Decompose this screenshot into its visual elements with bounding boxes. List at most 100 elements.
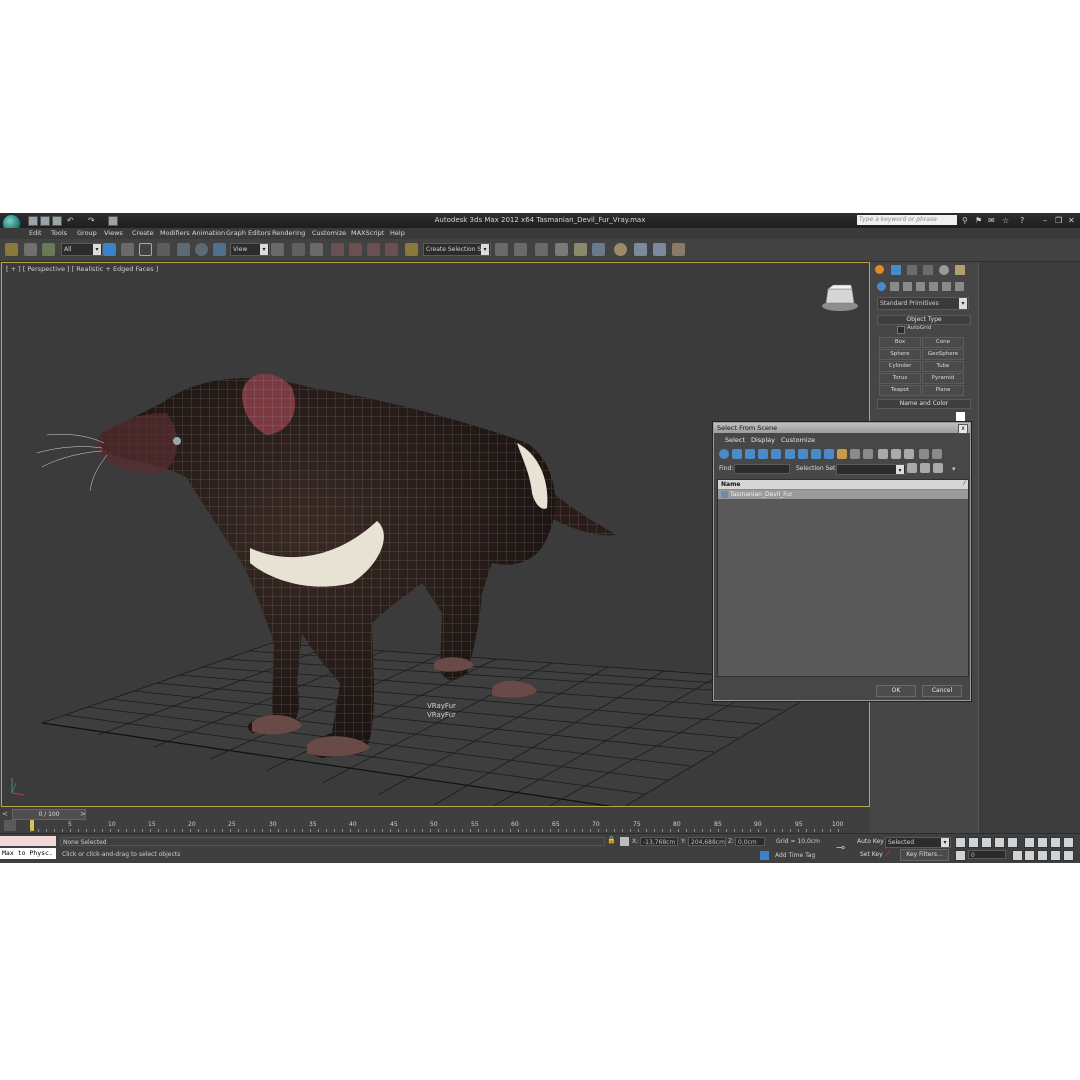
menu-animation[interactable]: Animation bbox=[192, 229, 225, 237]
prev-frame-icon[interactable]: < bbox=[2, 810, 8, 818]
object-type-rollout[interactable]: Object Type bbox=[877, 315, 971, 325]
rendered-frame-window-icon[interactable] bbox=[653, 243, 666, 256]
bind-spacewarp-icon[interactable] bbox=[42, 243, 55, 256]
mini-curve-editor-icon[interactable] bbox=[4, 820, 16, 831]
menu-maxscript[interactable]: MAXScript bbox=[351, 229, 384, 237]
menu-create[interactable]: Create bbox=[132, 229, 154, 237]
rotate-icon[interactable] bbox=[195, 243, 208, 256]
dialog-menu-customize[interactable]: Customize bbox=[781, 436, 815, 444]
display-bones-icon[interactable] bbox=[824, 449, 834, 459]
schematic-view-icon[interactable] bbox=[592, 243, 605, 256]
utilities-tab-icon[interactable] bbox=[955, 265, 965, 275]
pivot-center-icon[interactable] bbox=[271, 243, 284, 256]
x-coord-field[interactable]: -13,768cm bbox=[640, 837, 678, 846]
scale-icon[interactable] bbox=[213, 243, 226, 256]
dialog-menu-select[interactable]: Select bbox=[725, 436, 745, 444]
display-tab-icon[interactable] bbox=[939, 265, 949, 275]
cone-button[interactable]: Cone bbox=[922, 337, 964, 348]
menu-group[interactable]: Group bbox=[77, 229, 97, 237]
primitive-category-dropdown[interactable]: Standard Primitives ▾ bbox=[877, 297, 969, 310]
helpers-icon[interactable] bbox=[929, 282, 938, 291]
link-icon[interactable] bbox=[5, 243, 18, 256]
select-invert-icon[interactable] bbox=[904, 449, 914, 459]
next-frame-icon[interactable]: > bbox=[80, 810, 86, 818]
zoom-extents-icon[interactable] bbox=[1050, 837, 1061, 848]
reference-coordinate-dropdown[interactable]: View ▾ bbox=[230, 243, 270, 256]
modify-tab-icon[interactable] bbox=[891, 265, 901, 275]
display-lights-icon[interactable] bbox=[745, 449, 755, 459]
absolute-mode-icon[interactable] bbox=[620, 837, 629, 846]
layer-manager-icon[interactable] bbox=[535, 243, 548, 256]
name-color-rollout[interactable]: Name and Color bbox=[877, 399, 971, 409]
space-warps-icon[interactable] bbox=[942, 282, 951, 291]
dialog-menu-display[interactable]: Display bbox=[751, 436, 775, 444]
display-cameras-icon[interactable] bbox=[758, 449, 768, 459]
tube-button[interactable]: Tube bbox=[922, 361, 964, 372]
zoom-icon[interactable] bbox=[1024, 837, 1035, 848]
keyboard-shortcut-icon[interactable] bbox=[310, 243, 323, 256]
material-editor-icon[interactable] bbox=[614, 243, 627, 256]
geometry-icon[interactable] bbox=[877, 282, 886, 291]
search-input[interactable]: Type a keyword or phrase bbox=[857, 215, 957, 225]
move-icon[interactable] bbox=[177, 243, 190, 256]
menu-modifiers[interactable]: Modifiers bbox=[160, 229, 190, 237]
sync-selection-icon[interactable] bbox=[919, 449, 929, 459]
box-button[interactable]: Box bbox=[879, 337, 921, 348]
zoom-extents-all-icon[interactable] bbox=[1063, 837, 1074, 848]
filter-icon[interactable] bbox=[932, 449, 942, 459]
list-item[interactable]: Tasmanian_Devil_Fur bbox=[718, 490, 968, 499]
spinner-snap-icon[interactable] bbox=[385, 243, 398, 256]
select-object-icon[interactable] bbox=[103, 243, 116, 256]
set-key-icon[interactable]: ⟋ bbox=[885, 849, 891, 859]
maximize-viewport-icon[interactable] bbox=[1063, 850, 1074, 861]
menu-tools[interactable]: Tools bbox=[51, 229, 67, 237]
current-frame-field[interactable]: 0 bbox=[968, 850, 1006, 859]
create-tab-icon[interactable] bbox=[875, 265, 884, 274]
column-name-header[interactable]: Name bbox=[721, 481, 740, 488]
field-of-view-icon[interactable] bbox=[1024, 850, 1035, 861]
key-icon[interactable]: ⊸ bbox=[836, 841, 845, 854]
pan-view-icon[interactable] bbox=[1037, 850, 1048, 861]
time-slider[interactable]: 0 / 100 bbox=[12, 809, 86, 820]
autogrid-checkbox[interactable] bbox=[897, 326, 905, 334]
display-none-icon[interactable] bbox=[850, 449, 860, 459]
selection-set-dropdown[interactable]: ▾ bbox=[836, 464, 906, 475]
orbit-icon[interactable] bbox=[1050, 850, 1061, 861]
add-time-tag[interactable]: Add Time Tag bbox=[775, 852, 815, 859]
restore-icon[interactable]: ❐ bbox=[1055, 216, 1062, 225]
select-all-icon[interactable] bbox=[878, 449, 888, 459]
previous-frame-icon[interactable] bbox=[968, 837, 979, 848]
menu-edit[interactable]: Edit bbox=[29, 229, 42, 237]
selection-filter-dropdown[interactable]: All ▾ bbox=[61, 243, 103, 256]
edit-named-selection-icon[interactable] bbox=[405, 243, 418, 256]
communication-icon[interactable]: ✉ bbox=[988, 216, 995, 225]
time-configuration-icon[interactable] bbox=[1012, 850, 1023, 861]
curve-editor-icon[interactable] bbox=[574, 243, 587, 256]
key-filters-button[interactable]: Key Filters... bbox=[900, 849, 949, 861]
favorites-icon[interactable]: ☆ bbox=[1002, 216, 1009, 225]
key-mode-toggle-icon[interactable] bbox=[955, 850, 966, 861]
menu-help[interactable]: Help bbox=[390, 229, 405, 237]
go-to-start-icon[interactable] bbox=[955, 837, 966, 848]
display-groups-icon[interactable] bbox=[798, 449, 808, 459]
percent-snap-icon[interactable] bbox=[367, 243, 380, 256]
object-color-swatch[interactable] bbox=[956, 412, 965, 421]
render-setup-icon[interactable] bbox=[634, 243, 647, 256]
play-icon[interactable] bbox=[981, 837, 992, 848]
find-input[interactable] bbox=[734, 464, 790, 474]
display-spacewarps-icon[interactable] bbox=[785, 449, 795, 459]
graphite-ribbon-icon[interactable] bbox=[555, 243, 568, 256]
display-all-icon[interactable] bbox=[837, 449, 847, 459]
minimize-icon[interactable]: – bbox=[1043, 216, 1047, 225]
auto-key-button[interactable]: Auto Key bbox=[857, 838, 884, 845]
snaps-toggle-icon[interactable] bbox=[331, 243, 344, 256]
subscription-icon[interactable]: ⚑ bbox=[975, 216, 982, 225]
dialog-options-chevron-icon[interactable]: ▾ bbox=[952, 465, 956, 473]
menu-customize[interactable]: Customize bbox=[312, 229, 346, 237]
align-icon[interactable] bbox=[514, 243, 527, 256]
display-helpers-icon[interactable] bbox=[771, 449, 781, 459]
set-key-button[interactable]: Set Key bbox=[860, 851, 883, 858]
display-xrefs-icon[interactable] bbox=[811, 449, 821, 459]
edit-selection-set-icon[interactable] bbox=[920, 463, 930, 473]
select-by-name-icon[interactable] bbox=[121, 243, 134, 256]
